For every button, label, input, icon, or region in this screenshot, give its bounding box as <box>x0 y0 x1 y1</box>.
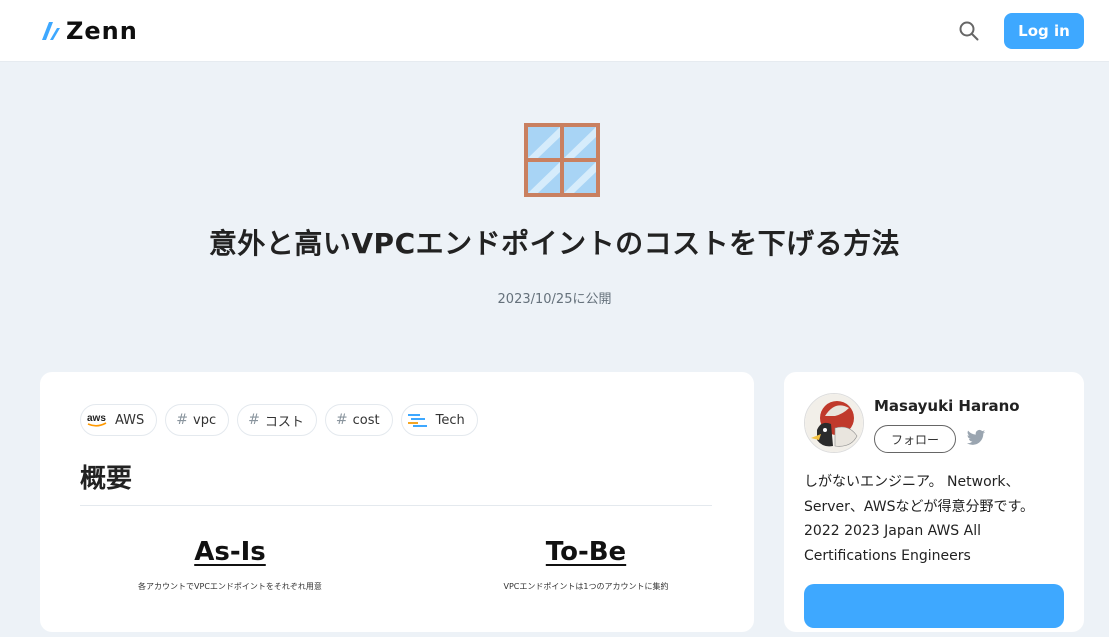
article-title: 意外と高いVPCエンドポイントのコストを下げる方法 <box>208 227 901 260</box>
window-emoji <box>524 123 600 197</box>
hash-icon: # <box>176 412 189 428</box>
to-be-caption: VPCエンドポイントは1つのアカウントに集約 <box>503 582 669 591</box>
topic-label: コスト <box>264 414 304 430</box>
logo-text: Zenn <box>66 17 138 45</box>
topic-label: cost <box>352 412 380 428</box>
bio-line: しがないエンジニア。 Network、 <box>804 474 1020 490</box>
topic-cost-ja[interactable]: # コスト <box>237 404 317 436</box>
author-card: Masayuki Harano フォロー しがないエンジニア。 Network、… <box>784 372 1084 632</box>
section-heading: 概要 <box>80 458 712 506</box>
login-button[interactable]: Log in <box>1004 13 1084 49</box>
architecture-diagram: As-Is 各アカウントでVPCエンドポイントをそれぞれ用意 To-Be VPC… <box>80 537 712 637</box>
tech-icon <box>406 408 430 432</box>
search-icon[interactable] <box>958 20 980 42</box>
aws-icon: aws <box>85 408 109 432</box>
topic-label: AWS <box>115 412 145 428</box>
topic-label: vpc <box>193 412 217 428</box>
as-is-caption: 各アカウントでVPCエンドポイントをそれぞれ用意 <box>138 582 322 591</box>
twitter-icon[interactable] <box>966 429 986 447</box>
site-header: Zenn Log in <box>0 0 1109 62</box>
support-button[interactable] <box>804 584 1064 628</box>
topic-list: aws AWS # vpc # コスト # cost Tech <box>80 404 478 436</box>
bio-line: 2022 2023 Japan AWS All <box>804 523 982 539</box>
zenn-logo-icon <box>42 22 60 40</box>
topic-tech[interactable]: Tech <box>400 404 478 436</box>
hash-icon: # <box>335 412 348 428</box>
topic-label: Tech <box>435 412 465 428</box>
diagram-as-is: As-Is 各アカウントでVPCエンドポイントをそれぞれ用意 <box>80 537 380 592</box>
zenn-logo[interactable]: Zenn <box>40 17 138 45</box>
topic-aws[interactable]: aws AWS <box>80 404 158 436</box>
hash-icon: # <box>248 412 260 428</box>
to-be-title: To-Be <box>545 537 627 567</box>
published-date: 2023/10/25に公開 <box>497 292 612 307</box>
author-name[interactable]: Masayuki Harano <box>874 397 1020 415</box>
bio-line: Server、AWSなどが得意分野です。 <box>804 498 1035 515</box>
author-avatar[interactable] <box>804 393 864 453</box>
author-bio: しがないエンジニア。 Network、 Server、AWSなどが得意分野です。… <box>804 470 1066 568</box>
topic-vpc[interactable]: # vpc <box>165 404 230 436</box>
bio-line: Certifications Engineers <box>804 547 971 564</box>
topic-cost[interactable]: # cost <box>324 404 393 436</box>
svg-text:aws: aws <box>87 413 106 424</box>
article-body-card: aws AWS # vpc # コスト # cost Tech 概要 As-Is… <box>40 372 754 632</box>
as-is-title: As-Is <box>194 537 266 567</box>
follow-button[interactable]: フォロー <box>874 425 956 453</box>
diagram-to-be: To-Be VPCエンドポイントは1つのアカウントに集約 <box>436 537 736 592</box>
